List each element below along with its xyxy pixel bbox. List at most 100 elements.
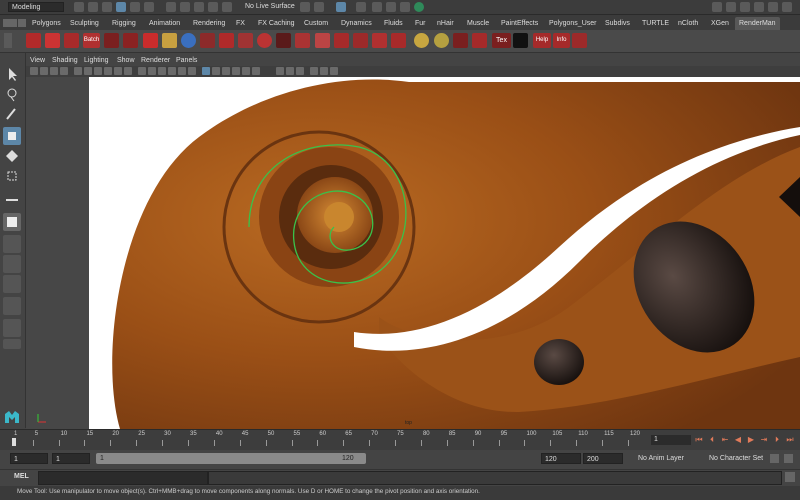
wireframe-on-shaded-icon[interactable] <box>158 67 166 75</box>
color-management-icon[interactable] <box>330 67 338 75</box>
snap-curve-icon[interactable] <box>180 2 190 12</box>
tool-settings-icon[interactable] <box>726 2 736 12</box>
turtle-icon[interactable] <box>400 2 410 12</box>
hypershade-layout-icon[interactable] <box>3 319 21 337</box>
key-icon[interactable] <box>770 454 779 463</box>
batch-render-icon[interactable]: Batch <box>83 33 100 48</box>
texture-icon[interactable] <box>353 33 368 48</box>
ipr-render-icon[interactable] <box>336 2 346 12</box>
step-back-key-icon[interactable]: ⇤ <box>720 435 730 445</box>
crosshair-icon[interactable] <box>453 33 468 48</box>
xray-icon[interactable] <box>168 67 176 75</box>
help-icon[interactable]: Help <box>533 33 551 48</box>
fur-icon[interactable] <box>276 33 291 48</box>
step-forward-frame-icon[interactable]: ⏵ <box>772 435 782 445</box>
sphere-light-icon[interactable] <box>162 33 177 48</box>
step-back-frame-icon[interactable]: ⏴ <box>707 435 717 445</box>
sphere-half-icon[interactable] <box>434 33 449 48</box>
single-pane-layout-icon[interactable] <box>3 213 21 231</box>
gate-mask-icon[interactable] <box>104 67 112 75</box>
render-settings-icon[interactable] <box>356 2 366 12</box>
light-bulb-icon[interactable] <box>143 33 158 48</box>
mode-select[interactable]: Modeling <box>8 2 64 12</box>
box-icon[interactable] <box>391 33 406 48</box>
camera-attributes-icon[interactable] <box>40 67 48 75</box>
outliner-icon[interactable] <box>768 2 778 12</box>
go-to-end-icon[interactable]: ⏭ <box>785 435 795 445</box>
material-icon[interactable] <box>200 33 215 48</box>
select-tool-icon[interactable] <box>3 65 21 83</box>
tab-renderman[interactable]: RenderMan <box>735 17 780 30</box>
play-forwards-icon[interactable]: ▶ <box>746 435 756 445</box>
menu-set-icon[interactable] <box>74 2 84 12</box>
smooth-shade-icon[interactable] <box>148 67 156 75</box>
four-pane-layout-icon[interactable] <box>3 235 21 253</box>
textured-icon[interactable] <box>188 67 196 75</box>
spool-render-icon[interactable] <box>64 33 79 48</box>
select-hierarchy-icon[interactable] <box>116 2 126 12</box>
cloth-icon[interactable] <box>295 33 310 48</box>
current-time-marker[interactable] <box>12 438 16 446</box>
render-icon[interactable] <box>26 33 41 48</box>
tab-fx-caching[interactable]: FX Caching <box>254 17 299 30</box>
rotate-tool-icon[interactable] <box>3 147 21 165</box>
command-input[interactable] <box>38 471 208 485</box>
anim-prefs-icon[interactable] <box>784 454 793 463</box>
script-editor-icon[interactable] <box>785 472 795 482</box>
primvar-icon[interactable] <box>472 33 487 48</box>
tab-xgen[interactable]: XGen <box>707 17 733 30</box>
menu-lighting[interactable]: Lighting <box>84 55 109 66</box>
play-backwards-icon[interactable]: ◀ <box>733 435 743 445</box>
tab-sculpting[interactable]: Sculpting <box>66 17 103 30</box>
resolution-gate-icon[interactable] <box>94 67 102 75</box>
renderman-icon[interactable] <box>414 2 424 12</box>
tab-rigging[interactable]: Rigging <box>108 17 140 30</box>
anti-aliasing-icon[interactable] <box>242 67 250 75</box>
open-scene-icon[interactable] <box>102 2 112 12</box>
shadows-icon[interactable] <box>212 67 220 75</box>
cup-icon[interactable] <box>334 33 349 48</box>
tab-rendering[interactable]: Rendering <box>189 17 229 30</box>
gamma-icon[interactable] <box>310 67 318 75</box>
star-light-icon[interactable] <box>414 33 429 48</box>
scale-tool-icon[interactable] <box>3 167 21 185</box>
snap-view-icon[interactable] <box>208 2 218 12</box>
paint-select-icon[interactable] <box>3 105 21 123</box>
tab-fluids[interactable]: Fluids <box>380 17 407 30</box>
modeling-toolkit-icon[interactable] <box>754 2 764 12</box>
step-forward-key-icon[interactable]: ⇥ <box>759 435 769 445</box>
current-frame-field[interactable]: 1 <box>651 435 691 445</box>
render-frame-icon[interactable] <box>314 2 324 12</box>
playback-end-field[interactable]: 120 <box>541 453 581 464</box>
layer-editor-icon[interactable] <box>782 2 792 12</box>
character-set-dropdown[interactable]: No Character Set <box>709 453 763 464</box>
tab-polygons[interactable]: Polygons <box>28 17 65 30</box>
use-default-material-icon[interactable] <box>178 67 186 75</box>
render-view-icon[interactable] <box>386 2 396 12</box>
snap-point-icon[interactable] <box>194 2 204 12</box>
film-gate-icon[interactable] <box>84 67 92 75</box>
channel-box-icon[interactable] <box>740 2 750 12</box>
render-settings-icon[interactable] <box>45 33 60 48</box>
tab-fur[interactable]: Fur <box>411 17 430 30</box>
isolate-select-icon[interactable] <box>276 67 284 75</box>
tab-subdivs[interactable]: Subdivs <box>601 17 634 30</box>
attribute-editor-icon[interactable] <box>712 2 722 12</box>
tab-ncloth[interactable]: nCloth <box>674 17 702 30</box>
teapot-icon[interactable] <box>372 33 387 48</box>
persp-outliner-layout-icon[interactable] <box>3 275 21 293</box>
grid-icon[interactable] <box>74 67 82 75</box>
globe-icon[interactable] <box>181 33 196 48</box>
select-object-icon[interactable] <box>130 2 140 12</box>
last-tool-icon[interactable] <box>3 187 21 205</box>
start-time-field[interactable]: 1 <box>10 453 48 464</box>
xray-active-icon[interactable] <box>296 67 304 75</box>
image-plane-icon[interactable] <box>60 67 68 75</box>
eye-icon[interactable] <box>123 33 138 48</box>
tab-nhair[interactable]: nHair <box>433 17 458 30</box>
hair-icon[interactable] <box>315 33 330 48</box>
menu-renderer[interactable]: Renderer <box>141 55 170 66</box>
shelf-gear-icon[interactable] <box>18 19 26 27</box>
go-to-start-icon[interactable]: ⏮ <box>694 435 704 445</box>
sun-icon[interactable] <box>257 33 272 48</box>
